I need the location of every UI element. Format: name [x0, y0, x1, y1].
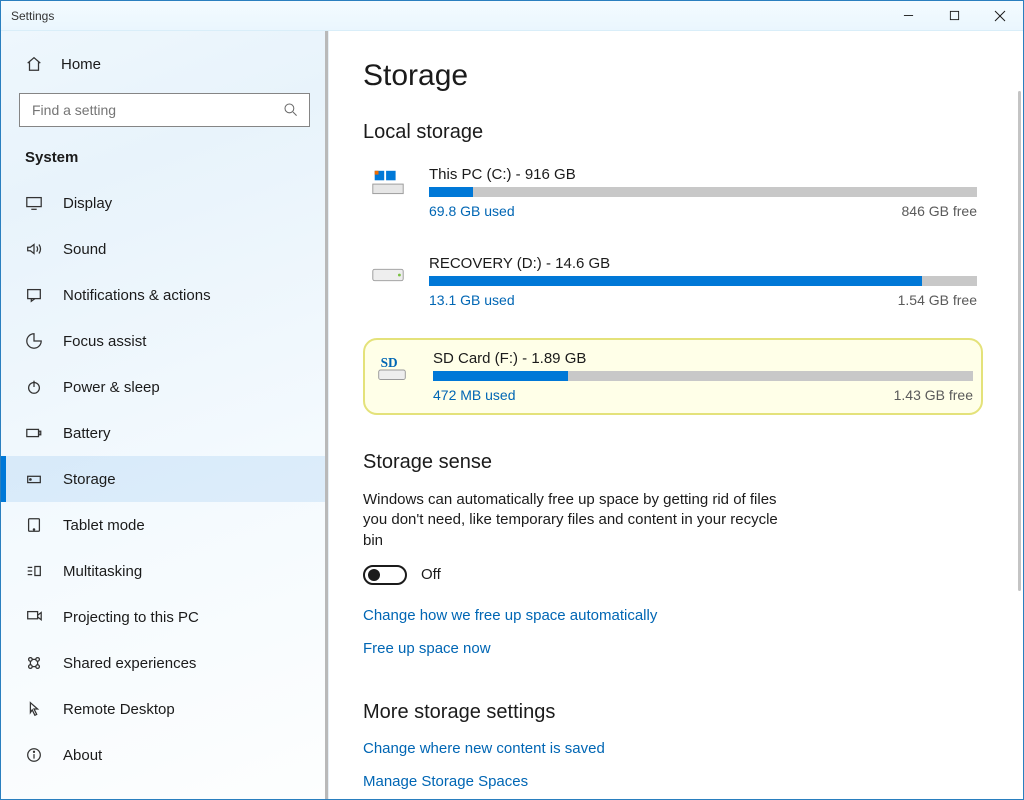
- notifications-icon: [25, 286, 43, 304]
- drives-list: This PC (C:) - 916 GB 69.8 GB used 846 G…: [363, 160, 983, 415]
- settings-window: Settings Home System: [0, 0, 1024, 800]
- hdd-icon: [369, 255, 407, 289]
- sidebar-item-projecting[interactable]: Projecting to this PC: [1, 594, 328, 640]
- link-change-save-location[interactable]: Change where new content is saved: [363, 740, 983, 757]
- drive-c[interactable]: This PC (C:) - 916 GB 69.8 GB used 846 G…: [363, 160, 983, 225]
- link-change-auto[interactable]: Change how we free up space automaticall…: [363, 607, 983, 624]
- drive-free: 846 GB free: [902, 203, 978, 219]
- sidebar-item-label: About: [63, 747, 102, 764]
- sidebar-item-label: Battery: [63, 425, 111, 442]
- storage-sense-toggle[interactable]: [363, 565, 407, 585]
- sidebar-item-tablet-mode[interactable]: Tablet mode: [1, 502, 328, 548]
- drive-used: 69.8 GB used: [429, 203, 515, 219]
- svg-text:SD: SD: [381, 355, 398, 370]
- drive-used: 472 MB used: [433, 387, 516, 403]
- titlebar: Settings: [1, 1, 1023, 31]
- sidebar-item-label: Storage: [63, 471, 116, 488]
- usage-bar: [429, 187, 977, 197]
- home-link[interactable]: Home: [1, 45, 328, 87]
- search-box[interactable]: [19, 93, 310, 127]
- maximize-button[interactable]: [931, 1, 977, 31]
- sidebar-item-label: Tablet mode: [63, 517, 145, 534]
- multitasking-icon: [25, 562, 43, 580]
- sd-card-icon: SD: [373, 350, 411, 384]
- sidebar-item-power-sleep[interactable]: Power & sleep: [1, 364, 328, 410]
- search-input[interactable]: [30, 101, 283, 119]
- sidebar-item-focus-assist[interactable]: Focus assist: [1, 318, 328, 364]
- sidebar-item-multitasking[interactable]: Multitasking: [1, 548, 328, 594]
- sidebar-item-shared-experiences[interactable]: Shared experiences: [1, 640, 328, 686]
- drive-name: SD Card (F:) - 1.89 GB: [433, 350, 973, 367]
- close-button[interactable]: [977, 1, 1023, 31]
- sidebar-item-label: Display: [63, 195, 112, 212]
- sidebar-item-battery[interactable]: Battery: [1, 410, 328, 456]
- usage-bar: [433, 371, 973, 381]
- sidebar-item-label: Power & sleep: [63, 379, 160, 396]
- battery-icon: [25, 424, 43, 442]
- storage-icon: [25, 470, 43, 488]
- sidebar-item-label: Notifications & actions: [63, 287, 211, 304]
- storage-sense-description: Windows can automatically free up space …: [363, 490, 793, 551]
- sidebar-item-label: Sound: [63, 241, 106, 258]
- local-storage-heading: Local storage: [363, 121, 983, 144]
- sidebar-item-label: Projecting to this PC: [63, 609, 199, 626]
- drive-d[interactable]: RECOVERY (D:) - 14.6 GB 13.1 GB used 1.5…: [363, 249, 983, 314]
- sidebar-item-label: Remote Desktop: [63, 701, 175, 718]
- storage-sense-heading: Storage sense: [363, 451, 983, 474]
- drive-name: RECOVERY (D:) - 14.6 GB: [429, 255, 977, 272]
- sidebar-item-label: Shared experiences: [63, 655, 196, 672]
- window-title: Settings: [11, 9, 54, 23]
- drive-free: 1.43 GB free: [894, 387, 973, 403]
- remote-desktop-icon: [25, 700, 43, 718]
- sidebar-item-about[interactable]: About: [1, 732, 328, 778]
- sidebar-item-sound[interactable]: Sound: [1, 226, 328, 272]
- display-icon: [25, 194, 43, 212]
- sound-icon: [25, 240, 43, 258]
- projecting-icon: [25, 608, 43, 626]
- main-content: Storage Local storage This PC (C:) - 916…: [329, 31, 1023, 799]
- page-title: Storage: [363, 59, 983, 93]
- drive-f[interactable]: SD SD Card (F:) - 1.89 GB 472 MB used 1.…: [363, 338, 983, 415]
- drive-name: This PC (C:) - 916 GB: [429, 166, 977, 183]
- windows-drive-icon: [369, 166, 407, 200]
- sidebar-item-label: Multitasking: [63, 563, 142, 580]
- power-icon: [25, 378, 43, 396]
- about-icon: [25, 746, 43, 764]
- toggle-state-label: Off: [421, 566, 441, 583]
- shared-experiences-icon: [25, 654, 43, 672]
- sidebar-item-storage[interactable]: Storage: [1, 456, 328, 502]
- sidebar-section-header: System: [1, 149, 328, 180]
- sidebar-scrollbar[interactable]: [325, 31, 328, 799]
- drive-used: 13.1 GB used: [429, 292, 515, 308]
- sidebar-item-display[interactable]: Display: [1, 180, 328, 226]
- search-icon: [283, 102, 299, 118]
- link-free-now[interactable]: Free up space now: [363, 640, 983, 657]
- usage-bar: [429, 276, 977, 286]
- sidebar-item-notifications[interactable]: Notifications & actions: [1, 272, 328, 318]
- drive-free: 1.54 GB free: [898, 292, 977, 308]
- sidebar-nav: Display Sound Notifications & actions Fo…: [1, 180, 328, 778]
- minimize-button[interactable]: [885, 1, 931, 31]
- home-label: Home: [61, 56, 101, 73]
- home-icon: [25, 55, 43, 73]
- focus-assist-icon: [25, 332, 43, 350]
- main-scrollbar[interactable]: [1018, 91, 1021, 591]
- link-manage-storage-spaces[interactable]: Manage Storage Spaces: [363, 773, 983, 790]
- sidebar: Home System Display Sound Notifica: [1, 31, 329, 799]
- more-storage-heading: More storage settings: [363, 701, 983, 724]
- sidebar-item-remote-desktop[interactable]: Remote Desktop: [1, 686, 328, 732]
- sidebar-item-label: Focus assist: [63, 333, 146, 350]
- tablet-mode-icon: [25, 516, 43, 534]
